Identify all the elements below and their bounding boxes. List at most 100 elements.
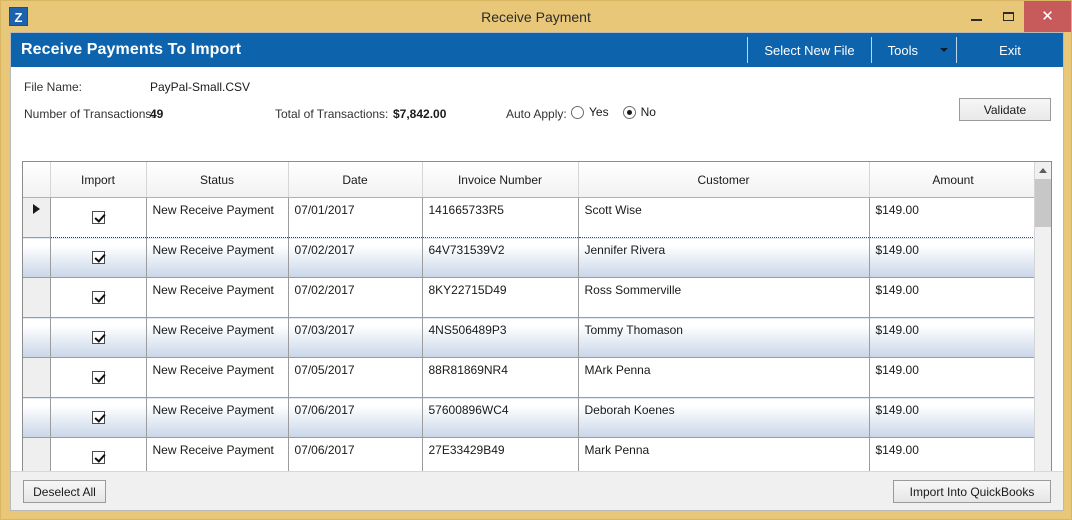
invoice-number-cell[interactable]: 4NS506489P3 [422,317,579,358]
page-title: Receive Payments To Import [21,41,242,58]
table-header-row: Import Status Date Invoice Number Custom… [23,162,1034,198]
window-controls: ✕ [960,1,1071,32]
import-into-quickbooks-button[interactable]: Import Into QuickBooks [893,480,1051,503]
checkbox-checked-icon[interactable] [91,251,105,264]
status-cell[interactable]: New Receive Payment [146,317,289,358]
customer-cell[interactable]: Ross Sommerville [578,277,870,318]
column-header-date[interactable]: Date [288,162,423,198]
import-checkbox-cell[interactable] [50,317,147,358]
tools-label: Tools [887,42,918,58]
row-selector-cell[interactable] [23,397,51,438]
file-name-value: PayPal-Small.CSV [150,80,251,94]
customer-cell[interactable]: Jennifer Rivera [578,237,870,278]
date-cell[interactable]: 07/03/2017 [288,317,423,358]
select-new-file-button[interactable]: Select New File [748,33,870,67]
table-row[interactable]: New Receive Payment 07/01/2017 141665733R5… [23,197,1034,238]
customer-cell[interactable]: Deborah Koenes [578,397,870,438]
customer-cell[interactable]: MArk Penna [578,357,870,398]
column-header-status[interactable]: Status [146,162,289,198]
customer-cell[interactable]: Scott Wise [578,197,870,238]
chevron-down-icon [940,48,948,52]
date-cell[interactable]: 07/02/2017 [288,277,423,318]
client-area: Receive Payments To Import Select New Fi… [10,32,1064,511]
row-selector-cell[interactable] [23,237,51,278]
import-checkbox-cell[interactable] [50,277,147,318]
import-checkbox-cell[interactable] [50,237,147,278]
grid-viewport: Import Status Date Invoice Number Custom… [23,162,1034,507]
current-row-arrow-icon [32,204,40,214]
checkbox-checked-icon[interactable] [91,291,105,304]
column-header-amount[interactable]: Amount [869,162,1034,198]
table-row[interactable]: New Receive Payment 07/05/2017 88R81869NR4… [23,357,1034,398]
amount-cell[interactable]: $149.00 [869,317,1034,358]
checkbox-checked-icon[interactable] [91,331,105,344]
amount-cell[interactable]: $149.00 [869,397,1034,438]
checkbox-checked-icon[interactable] [91,451,105,464]
checkbox-checked-icon[interactable] [91,371,105,384]
invoice-number-cell[interactable]: 64V731539V2 [422,237,579,278]
receive-payment-window: Z Receive Payment ✕ Receive Payments To … [0,0,1072,520]
grid-vertical-scrollbar[interactable] [1034,162,1051,507]
status-cell[interactable]: New Receive Payment [146,277,289,318]
deselect-all-button[interactable]: Deselect All [23,480,106,503]
amount-cell[interactable]: $149.00 [869,197,1034,238]
invoice-number-cell[interactable]: 57600896WC4 [422,397,579,438]
row-selector-cell[interactable] [23,197,51,238]
customer-cell[interactable]: Tommy Thomason [578,317,870,358]
import-checkbox-cell[interactable] [50,357,147,398]
auto-apply-yes-label: Yes [589,105,609,119]
date-cell[interactable]: 07/05/2017 [288,357,423,398]
status-cell[interactable]: New Receive Payment [146,357,289,398]
auto-apply-no-radio[interactable]: No [622,105,656,119]
status-cell[interactable]: New Receive Payment [146,197,289,238]
maximize-button[interactable] [992,1,1024,32]
radio-circle-selected-icon [622,105,636,119]
checkbox-checked-icon[interactable] [91,411,105,424]
row-selector-cell[interactable] [23,317,51,358]
total-value: $7,842.00 [393,107,447,121]
table-row[interactable]: New Receive Payment 07/03/2017 4NS506489P3… [23,317,1034,358]
close-button[interactable]: ✕ [1024,1,1071,32]
column-header-import[interactable]: Import [50,162,147,198]
invoice-number-cell[interactable]: 88R81869NR4 [422,357,579,398]
table-row[interactable]: New Receive Payment 07/06/2017 57600896WC4… [23,397,1034,438]
import-checkbox-cell[interactable] [50,197,147,238]
invoice-number-cell[interactable]: 8KY22715D49 [422,277,579,318]
date-cell[interactable]: 07/06/2017 [288,397,423,438]
table-row[interactable]: New Receive Payment 07/02/2017 64V731539V2… [23,237,1034,278]
tools-menu-button[interactable]: Tools [872,33,956,67]
footer-bar: Deselect All Import Into QuickBooks [11,471,1063,510]
radio-circle-icon [571,105,584,119]
column-header-customer[interactable]: Customer [578,162,870,198]
status-cell[interactable]: New Receive Payment [146,397,289,438]
exit-button[interactable]: Exit [957,33,1063,67]
row-selector-cell[interactable] [23,357,51,398]
import-checkbox-cell[interactable] [50,397,147,438]
validate-button[interactable]: Validate [959,98,1051,121]
auto-apply-radio-group: Yes No [571,105,670,119]
invoice-number-cell[interactable]: 141665733R5 [422,197,579,238]
row-selector-header [23,162,51,198]
checkbox-checked-icon[interactable] [91,211,105,224]
table-row[interactable]: New Receive Payment 07/02/2017 8KY22715D49… [23,277,1034,318]
table-body: New Receive Payment 07/01/2017 141665733R5… [23,197,1034,507]
transactions-grid: Import Status Date Invoice Number Custom… [22,161,1052,508]
scrollbar-thumb[interactable] [1035,179,1051,227]
scroll-up-button[interactable] [1035,162,1051,179]
status-cell[interactable]: New Receive Payment [146,237,289,278]
window-titlebar: Z Receive Payment ✕ [1,1,1071,32]
transactions-table: Import Status Date Invoice Number Custom… [23,162,1034,507]
date-cell[interactable]: 07/01/2017 [288,197,423,238]
auto-apply-yes-radio[interactable]: Yes [571,105,609,119]
column-header-invoice[interactable]: Invoice Number [422,162,579,198]
app-logo-icon: Z [9,7,28,26]
minimize-icon [970,19,982,21]
total-label: Total of Transactions: [275,107,389,121]
date-cell[interactable]: 07/02/2017 [288,237,423,278]
row-selector-cell[interactable] [23,277,51,318]
minimize-button[interactable] [960,1,992,32]
amount-cell[interactable]: $149.00 [869,277,1034,318]
amount-cell[interactable]: $149.00 [869,237,1034,278]
amount-cell[interactable]: $149.00 [869,357,1034,398]
scrollbar-track[interactable] [1035,179,1051,490]
